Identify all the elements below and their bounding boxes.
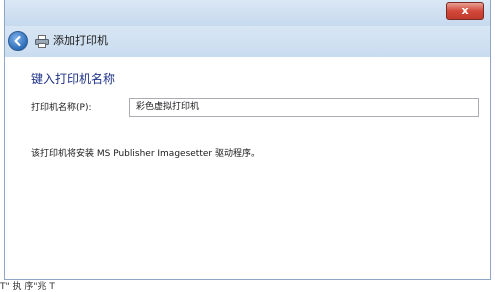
printer-name-label: 打印机名称(P):: [31, 103, 92, 113]
page-heading: 键入打印机名称: [31, 72, 116, 86]
printer-name-input[interactable]: 彩色虚拟打印机: [129, 98, 479, 117]
back-arrow-icon: [14, 36, 21, 46]
cropped-caption-text: T" 执 序"兆 T: [0, 282, 55, 292]
page: x 添加打印机 键入打印机名称 打印机名称(P): 彩色虚拟打印机 该打印机将安…: [0, 0, 495, 292]
driver-info-text: 该打印机将安装 MS Publisher Imagesetter 驱动程序。: [31, 149, 260, 159]
printer-icon: [35, 35, 49, 48]
back-button[interactable]: [8, 31, 28, 51]
add-printer-window: x 添加打印机 键入打印机名称 打印机名称(P): 彩色虚拟打印机 该打印机将安…: [4, 0, 491, 280]
content-area: 键入打印机名称 打印机名称(P): 彩色虚拟打印机 该打印机将安装 MS Pub…: [5, 57, 490, 279]
close-button[interactable]: x: [446, 2, 484, 20]
close-icon: x: [461, 4, 469, 17]
navigation-bar: 添加打印机: [5, 26, 490, 57]
printer-name-value: 彩色虚拟打印机: [136, 102, 200, 112]
title-bar: x: [5, 0, 490, 26]
nav-title: 添加打印机: [53, 34, 108, 47]
